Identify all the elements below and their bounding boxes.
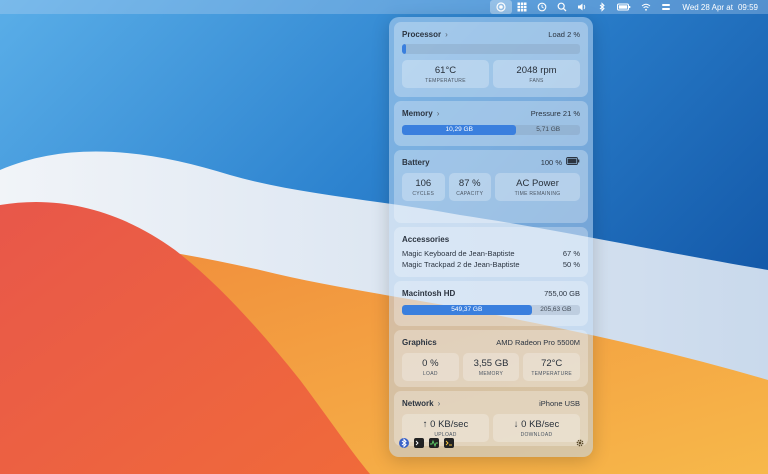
accessory-level: 67 %: [562, 249, 580, 258]
accessories-title: Accessories: [402, 234, 450, 244]
graphics-gpu-name: AMD Radeon Pro 5500M: [496, 337, 580, 347]
stats-popover: Processor › Load 2 % 61°C TEMPERATURE 20…: [389, 17, 593, 457]
graphics-temperature-stat: 72°C TEMPERATURE: [523, 353, 581, 381]
battery-power-value: AC Power: [516, 177, 559, 189]
menu-bar: Wed 28 Apr at 09:59: [0, 0, 768, 14]
memory-usage-bar: 10,29 GB 5,71 GB: [402, 125, 580, 135]
battery-title: Battery: [402, 157, 430, 167]
processor-load-fill: [402, 44, 406, 54]
graphics-temperature-value: 72°C: [541, 357, 563, 369]
disk-free-label: 205,63 GB: [540, 306, 572, 313]
battery-power-stat: AC Power TIME REMAINING: [495, 173, 580, 201]
network-title-label: Network: [402, 398, 434, 408]
memory-free-label: 5,71 GB: [536, 126, 561, 133]
processor-fans-stat: 2048 rpm FANS: [493, 60, 580, 88]
search-icon[interactable]: [552, 0, 572, 14]
processor-load: Load 2 %: [548, 29, 580, 39]
accessory-level: 50 %: [562, 260, 580, 269]
volume-icon[interactable]: [572, 0, 592, 14]
memory-used-label: 10,29 GB: [445, 126, 473, 133]
chevron-right-icon: ›: [436, 108, 440, 118]
list-item: Magic Trackpad 2 de Jean-Baptiste 50 %: [402, 259, 580, 270]
graphics-load-label: LOAD: [422, 370, 438, 377]
network-download-value: ↓ 0 KB/sec: [513, 418, 560, 430]
control-center-icon[interactable]: [656, 0, 676, 14]
graphics-card[interactable]: Graphics AMD Radeon Pro 5500M 0 % LOAD 3…: [394, 330, 588, 387]
battery-power-label: TIME REMAINING: [514, 190, 561, 197]
chevron-right-icon: ›: [437, 398, 441, 408]
memory-pressure: Pressure 21 %: [530, 108, 580, 118]
processor-temperature-label: TEMPERATURE: [425, 77, 466, 84]
grid-menu-icon[interactable]: [512, 0, 532, 14]
bluetooth-icon[interactable]: [592, 0, 612, 14]
graphics-temperature-label: TEMPERATURE: [531, 370, 573, 377]
graphics-load-stat: 0 % LOAD: [402, 353, 459, 381]
battery-card[interactable]: Battery 100 % 106 CYCLES 87 % CAPACITY A…: [394, 150, 588, 223]
network-title[interactable]: Network ›: [402, 399, 440, 408]
menubar-time[interactable]: 09:59: [736, 0, 758, 14]
disk-title: Macintosh HD: [402, 288, 456, 298]
processor-card[interactable]: Processor › Load 2 % 61°C TEMPERATURE 20…: [394, 22, 588, 97]
accessory-name: Magic Trackpad 2 de Jean-Baptiste: [402, 260, 520, 269]
accessory-name: Magic Keyboard de Jean-Baptiste: [402, 249, 515, 258]
battery-cycles-stat: 106 CYCLES: [402, 173, 445, 201]
graphics-title: Graphics: [402, 337, 437, 347]
disk-total: 755,00 GB: [544, 288, 580, 298]
graphics-load-value: 0 %: [422, 357, 439, 369]
disk-card[interactable]: Macintosh HD 755,00 GB 549,37 GB 205,63 …: [394, 281, 588, 326]
processor-fans-label: FANS: [529, 77, 544, 84]
battery-icon[interactable]: [612, 0, 636, 14]
list-item: Magic Keyboard de Jean-Baptiste 67 %: [402, 248, 580, 259]
graphics-memory-value: 3,55 GB: [473, 357, 509, 369]
battery-capacity-value: 87 %: [458, 177, 481, 189]
processor-temperature-value: 61°C: [434, 64, 457, 76]
network-upload-value: ↑ 0 KB/sec: [422, 418, 469, 430]
processor-temperature-stat: 61°C TEMPERATURE: [402, 60, 489, 88]
time-machine-icon[interactable]: [532, 0, 552, 14]
processor-title-label: Processor: [402, 29, 442, 39]
disk-usage-bar: 549,37 GB 205,63 GB: [402, 305, 580, 315]
battery-cycles-value: 106: [415, 177, 432, 189]
accessories-card[interactable]: Accessories Magic Keyboard de Jean-Bapti…: [394, 227, 588, 277]
graphics-memory-label: MEMORY: [478, 370, 504, 377]
popover-footer: [399, 436, 585, 450]
battery-level-icon: [566, 157, 580, 167]
memory-title-label: Memory: [402, 108, 433, 118]
wifi-icon[interactable]: [636, 0, 656, 14]
desktop-wallpaper: [0, 0, 768, 474]
stats-app-menu-icon[interactable]: [490, 0, 513, 14]
activity-monitor-icon[interactable]: [429, 438, 439, 448]
network-interface: iPhone USB: [539, 398, 580, 408]
processor-load-bar: [402, 44, 580, 54]
processor-title[interactable]: Processor ›: [402, 30, 448, 39]
memory-title[interactable]: Memory ›: [402, 109, 439, 118]
graphics-memory-stat: 3,55 GB MEMORY: [462, 353, 520, 381]
battery-cycles-label: CYCLES: [412, 190, 435, 197]
processor-fans-value: 2048 rpm: [516, 64, 557, 76]
app-logo-icon[interactable]: [399, 438, 409, 448]
disk-used-label: 549,37 GB: [451, 306, 483, 313]
terminal-icon[interactable]: [414, 438, 424, 448]
gear-icon[interactable]: [575, 438, 585, 448]
battery-percent: 100 %: [540, 157, 562, 167]
chevron-right-icon: ›: [445, 29, 448, 39]
menubar-date[interactable]: Wed 28 Apr at: [676, 0, 736, 14]
memory-card[interactable]: Memory › Pressure 21 % 10,29 GB 5,71 GB: [394, 101, 588, 146]
battery-capacity-stat: 87 % CAPACITY: [448, 173, 491, 201]
battery-capacity-label: CAPACITY: [456, 190, 484, 197]
console-icon[interactable]: [444, 438, 454, 448]
